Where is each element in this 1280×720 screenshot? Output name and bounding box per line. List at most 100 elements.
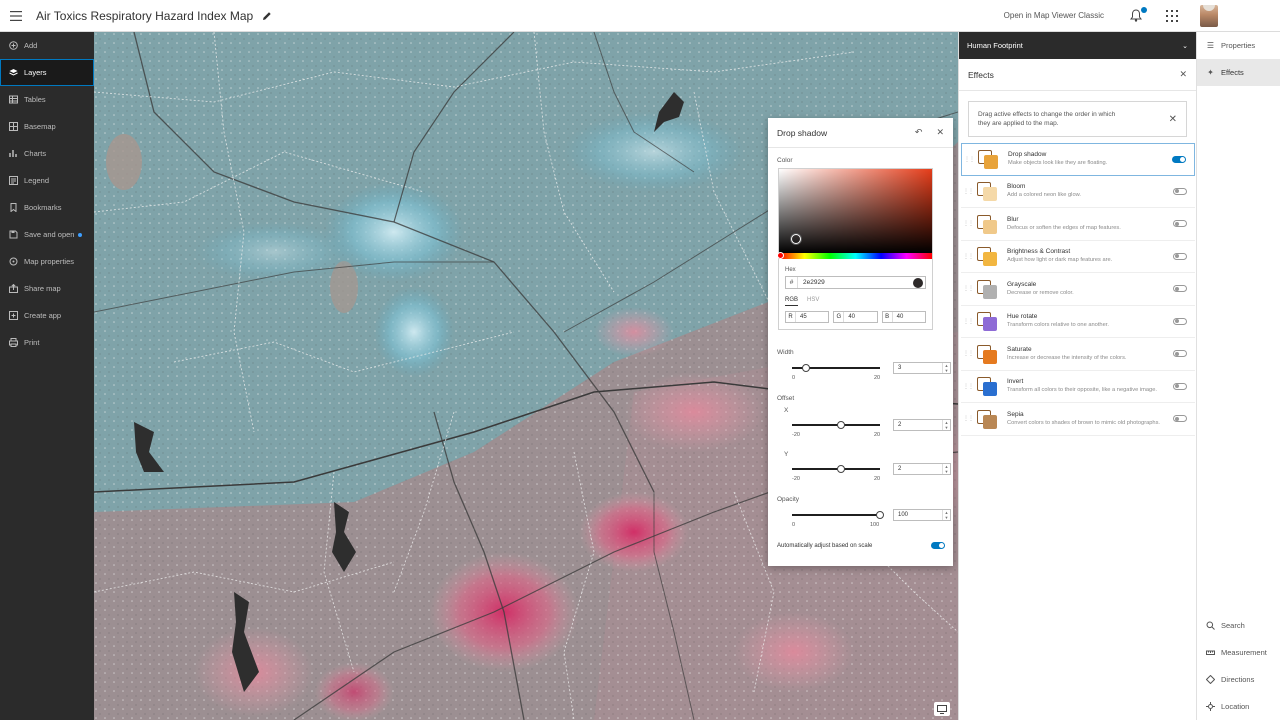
y-stepper[interactable]: ▲ ▼ <box>942 464 950 474</box>
x-value[interactable]: 2 <box>898 422 901 428</box>
opacity-max: 100 <box>870 522 880 528</box>
drag-handle-icon[interactable]: ⋮⋮ <box>963 415 974 422</box>
nav-item-charts[interactable]: Charts <box>0 140 94 167</box>
effect-toggle[interactable] <box>1172 155 1186 163</box>
nav-item-tables[interactable]: Tables <box>0 86 94 113</box>
width-slider-thumb[interactable] <box>802 363 810 372</box>
reset-icon[interactable]: ↶ <box>915 127 923 138</box>
drag-handle-icon[interactable]: ⋮⋮ <box>963 383 974 390</box>
y-input[interactable]: 2 ▲ ▼ <box>893 463 951 475</box>
notifications-bell-icon[interactable] <box>1130 6 1147 23</box>
pencil-icon[interactable] <box>261 10 273 22</box>
drag-handle-icon[interactable]: ⋮⋮ <box>963 253 974 260</box>
effect-toggle[interactable] <box>1173 382 1187 390</box>
b-input[interactable]: B 40 <box>881 311 926 323</box>
rail-item-properties[interactable]: ☰ Properties <box>1197 32 1280 59</box>
hex-value[interactable]: 2e2929 <box>798 279 913 286</box>
map-overview-button[interactable] <box>934 702 950 716</box>
effect-toggle[interactable] <box>1173 187 1187 195</box>
app-launcher-icon[interactable] <box>1166 9 1178 22</box>
effect-item[interactable]: ⋮⋮ Hue rotate Transform colors relative to… <box>961 306 1195 338</box>
nav-item-basemap[interactable]: Basemap <box>0 113 94 140</box>
nav-label: Share map <box>24 284 61 293</box>
auto-adjust-toggle[interactable] <box>931 542 945 549</box>
g-input[interactable]: G 40 <box>833 311 878 323</box>
hue-thumb[interactable] <box>777 252 784 259</box>
layers-icon <box>8 68 18 78</box>
open-classic-link[interactable]: Open in Map Viewer Classic <box>1004 11 1104 20</box>
nav-item-share-map[interactable]: Share map <box>0 275 94 302</box>
effect-toggle[interactable] <box>1173 220 1187 228</box>
rail-item-search[interactable]: Search <box>1197 612 1280 639</box>
y-min: -20 <box>792 476 800 482</box>
saturation-area[interactable] <box>779 169 932 253</box>
drag-handle-icon[interactable]: ⋮⋮ <box>963 220 974 227</box>
x-stepper[interactable]: ▲ ▼ <box>942 420 950 430</box>
effect-item[interactable]: ⋮⋮ Drop shadow Make objects look like they… <box>961 143 1195 176</box>
effect-item[interactable]: ⋮⋮ Sepia Convert colors to shades of brown… <box>961 403 1195 436</box>
y-slider[interactable] <box>792 468 880 470</box>
saturation-thumb[interactable] <box>791 234 801 244</box>
rail-item-effects[interactable]: ✦ Effects <box>1197 59 1280 86</box>
effect-item[interactable]: ⋮⋮ Invert Transform all colors to their op… <box>961 371 1195 403</box>
rail-item-location[interactable]: Location <box>1197 693 1280 720</box>
effect-item[interactable]: ⋮⋮ Bloom Add a colored neon like glow. <box>961 176 1195 208</box>
nav-item-legend[interactable]: Legend <box>0 167 94 194</box>
effect-toggle[interactable] <box>1173 317 1187 325</box>
x-slider[interactable] <box>792 424 880 426</box>
tab-rgb[interactable]: RGB <box>785 297 799 306</box>
x-max: 20 <box>874 432 881 438</box>
rail-item-measurement[interactable]: Measurement <box>1197 639 1280 666</box>
nav-item-layers[interactable]: Layers <box>0 59 94 86</box>
width-input[interactable]: 3 ▲ ▼ <box>893 362 951 374</box>
effect-toggle[interactable] <box>1173 415 1187 423</box>
nav-item-print[interactable]: Print <box>0 329 94 356</box>
dismiss-notice-icon[interactable]: ✕ <box>1169 114 1177 124</box>
effect-text: Grayscale Decrease or remove color. <box>1007 281 1167 297</box>
tab-hsv[interactable]: HSV <box>807 297 819 306</box>
opacity-value[interactable]: 100 <box>898 512 908 518</box>
nav-item-create-app[interactable]: Create app <box>0 302 94 329</box>
opacity-input[interactable]: 100 ▲ ▼ <box>893 509 951 521</box>
close-icon[interactable]: ✕ <box>1179 69 1187 80</box>
opacity-slider[interactable] <box>792 514 880 516</box>
hue-slider[interactable] <box>777 252 932 259</box>
nav-item-add[interactable]: Add <box>0 32 94 59</box>
effect-name: Saturate <box>1007 345 1032 353</box>
drag-handle-icon[interactable]: ⋮⋮ <box>963 285 974 292</box>
opacity-slider-thumb[interactable] <box>876 510 884 519</box>
nav-item-map-properties[interactable]: Map properties <box>0 248 94 275</box>
nav-item-save-and-open[interactable]: Save and open <box>0 221 94 248</box>
r-input[interactable]: R 45 <box>785 311 830 323</box>
effect-toggle[interactable] <box>1173 252 1187 260</box>
layer-selector[interactable]: Human Footprint ⌄ <box>959 32 1196 59</box>
b-value[interactable]: 40 <box>893 314 904 320</box>
rail-item-directions[interactable]: Directions <box>1197 666 1280 693</box>
r-value[interactable]: 45 <box>796 314 807 320</box>
opacity-stepper[interactable]: ▲ ▼ <box>942 510 950 520</box>
nav-item-bookmarks[interactable]: Bookmarks <box>0 194 94 221</box>
g-value[interactable]: 40 <box>844 314 855 320</box>
drop-shadow-panel: Drop shadow ↶ ✕ Color Hex # 2e2929 RGB H… <box>768 118 953 566</box>
drag-handle-icon[interactable]: ⋮⋮ <box>963 350 974 357</box>
x-input[interactable]: 2 ▲ ▼ <box>893 419 951 431</box>
drag-handle-icon[interactable]: ⋮⋮ <box>964 156 975 163</box>
user-avatar[interactable] <box>1200 4 1218 27</box>
y-value[interactable]: 2 <box>898 466 901 472</box>
y-slider-thumb[interactable] <box>837 464 845 473</box>
width-stepper[interactable]: ▲ ▼ <box>942 363 950 373</box>
effect-toggle[interactable] <box>1173 350 1187 358</box>
effect-item[interactable]: ⋮⋮ Grayscale Decrease or remove color. <box>961 273 1195 306</box>
effect-item[interactable]: ⋮⋮ Blur Defocus or soften the edges of map… <box>961 208 1195 241</box>
drag-handle-icon[interactable]: ⋮⋮ <box>963 318 974 325</box>
effect-item[interactable]: ⋮⋮ Brightness & Contrast Adjust how light … <box>961 241 1195 273</box>
effect-item[interactable]: ⋮⋮ Saturate Increase or decrease the inten… <box>961 338 1195 371</box>
app-header: Air Toxics Respiratory Hazard Index Map … <box>0 0 1280 32</box>
drag-handle-icon[interactable]: ⋮⋮ <box>963 188 974 195</box>
width-value[interactable]: 3 <box>898 365 901 371</box>
close-icon[interactable]: ✕ <box>936 127 944 138</box>
x-slider-thumb[interactable] <box>837 420 845 429</box>
effect-toggle[interactable] <box>1173 285 1187 293</box>
menu-icon[interactable] <box>0 0 32 32</box>
hex-input[interactable]: # 2e2929 <box>785 276 926 289</box>
